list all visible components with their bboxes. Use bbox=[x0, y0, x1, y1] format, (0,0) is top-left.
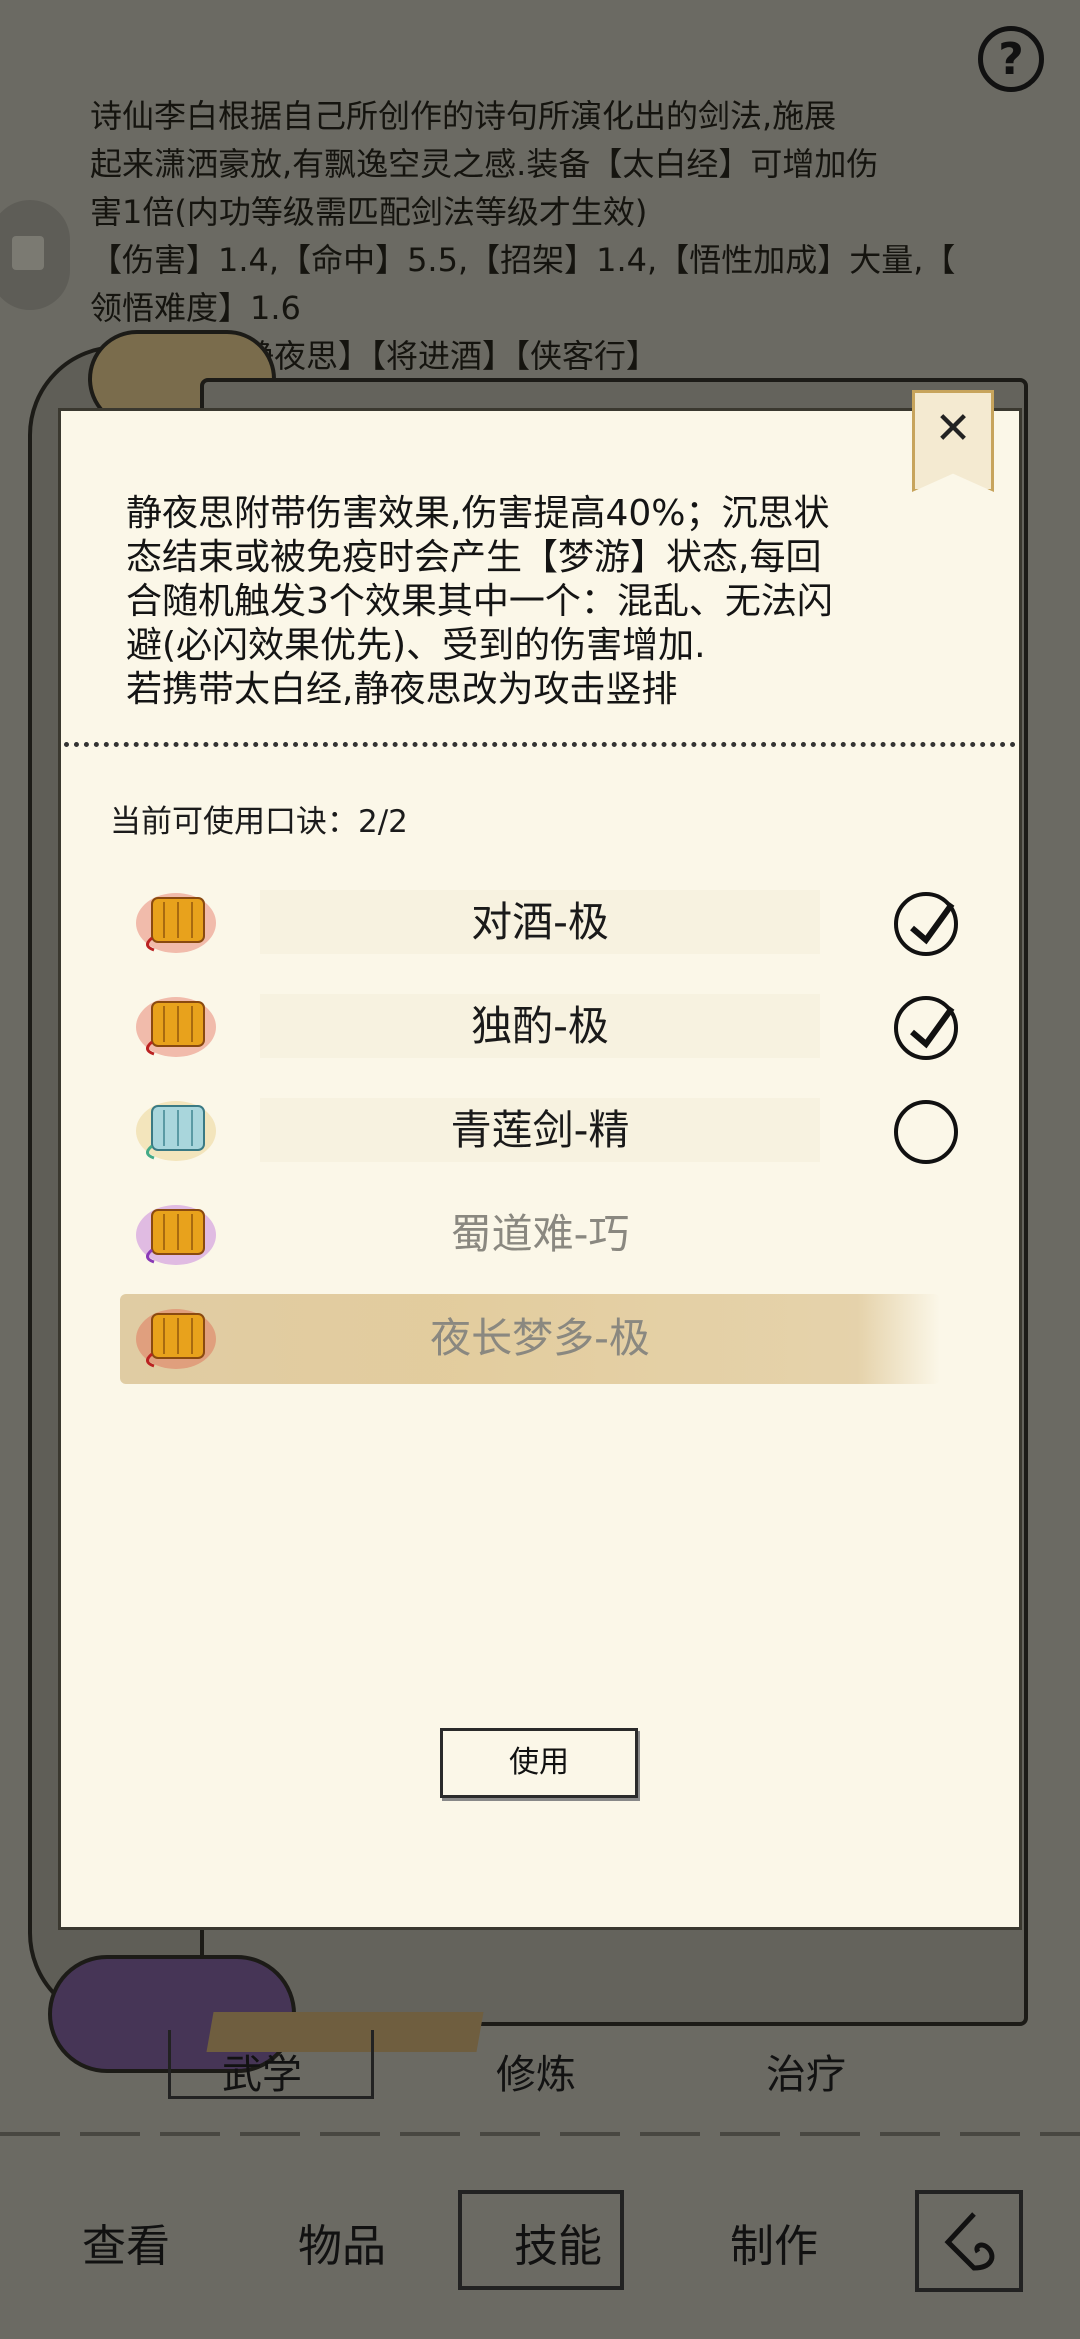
nav-skills[interactable]: 技能 bbox=[514, 2210, 602, 2274]
check-icon bbox=[910, 902, 955, 945]
tab-heal[interactable]: 治疗 bbox=[766, 2042, 846, 2100]
effect-line: 若携带太白经,静夜思改为攻击竖排 bbox=[126, 669, 678, 710]
nav-items[interactable]: 物品 bbox=[298, 2210, 386, 2274]
back-icon bbox=[944, 2212, 995, 2271]
available-count: 当前可使用口诀：2/2 bbox=[110, 804, 408, 840]
mantra-checkbox[interactable] bbox=[894, 1100, 958, 1164]
mantra-row[interactable]: 独酌-极 bbox=[120, 986, 980, 1068]
check-icon bbox=[910, 1006, 955, 1049]
mantra-checkbox[interactable] bbox=[894, 996, 958, 1060]
cyan-scroll-icon bbox=[136, 1101, 216, 1161]
mantra-row-selected[interactable]: 夜长梦多-极 bbox=[120, 1294, 980, 1384]
effect-line: 避(必闪效果优先)、受到的伤害增加. bbox=[126, 625, 706, 666]
help-icon: ? bbox=[998, 33, 1024, 85]
use-button[interactable]: 使用 bbox=[440, 1728, 638, 1798]
gold-scroll-icon bbox=[136, 997, 216, 1057]
back-button[interactable] bbox=[915, 2190, 1023, 2292]
desc-line: 诗仙李白根据自己所创作的诗句所演化出的剑法,施展 bbox=[90, 97, 837, 135]
divider bbox=[0, 2132, 1080, 2136]
mantra-label: 青莲剑-精 bbox=[260, 1098, 820, 1162]
dotted-divider bbox=[64, 742, 1016, 747]
gold-scroll-icon bbox=[136, 1205, 216, 1265]
close-icon: ✕ bbox=[934, 403, 972, 454]
effect-line: 静夜思附带伤害效果,伤害提高40%；沉思状 bbox=[126, 493, 830, 534]
mantra-checkbox[interactable] bbox=[894, 892, 958, 956]
mantra-row[interactable]: 对酒-极 bbox=[120, 882, 980, 964]
mantra-label: 对酒-极 bbox=[260, 890, 820, 954]
nav-view[interactable]: 查看 bbox=[82, 2210, 170, 2274]
desc-line: 起来潇洒豪放,有飘逸空灵之感.装备【太白经】可增加伤 bbox=[90, 145, 879, 183]
effect-description: 静夜思附带伤害效果,伤害提高40%；沉思状 态结束或被免疫时会产生【梦游】状态,… bbox=[126, 492, 966, 712]
desc-line: 害1倍(内功等级需匹配剑法等级才生效) bbox=[90, 193, 648, 231]
tab-martial[interactable]: 武学 bbox=[222, 2042, 302, 2100]
nav-craft[interactable]: 制作 bbox=[730, 2210, 818, 2274]
side-tab-icon bbox=[12, 236, 44, 270]
mantra-label: 夜长梦多-极 bbox=[430, 1314, 650, 1362]
effect-line: 态结束或被免疫时会产生【梦游】状态,每回 bbox=[126, 537, 822, 578]
bottom-nav: 查看 物品 技能 制作 bbox=[0, 2190, 1080, 2300]
tab-cultivate[interactable]: 修炼 bbox=[496, 2042, 576, 2100]
sub-tabs: 武学 修炼 治疗 bbox=[0, 2020, 1080, 2120]
gold-scroll-icon bbox=[136, 893, 216, 953]
gold-scroll-icon bbox=[136, 1309, 216, 1369]
mantra-label: 蜀道难-巧 bbox=[450, 1210, 630, 1258]
side-tab[interactable] bbox=[0, 200, 70, 310]
help-button[interactable]: ? bbox=[978, 26, 1044, 92]
desc-line: 【伤害】1.4,【命中】5.5,【招架】1.4,【悟性加成】大量,【 bbox=[90, 241, 956, 279]
mantra-row[interactable]: 蜀道难-巧 bbox=[120, 1194, 980, 1276]
mantra-row[interactable]: 青莲剑-精 bbox=[120, 1090, 980, 1172]
mantra-label: 独酌-极 bbox=[260, 994, 820, 1058]
desc-line: 领悟难度】1.6 bbox=[90, 289, 301, 327]
effect-line: 合随机触发3个效果其中一个：混乱、无法闪 bbox=[126, 581, 833, 622]
